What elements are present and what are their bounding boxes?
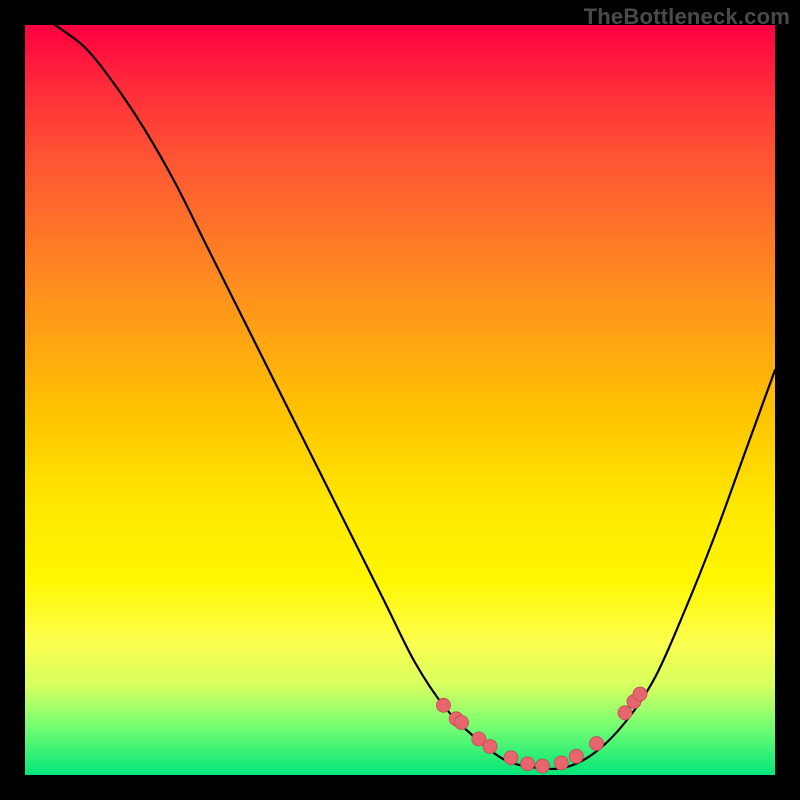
marker-point: [455, 716, 469, 730]
marker-point: [521, 757, 535, 771]
marker-point: [437, 698, 451, 712]
marker-point: [618, 706, 632, 720]
marker-point: [536, 759, 550, 773]
marker-point: [504, 751, 518, 765]
chart-svg: [25, 25, 775, 775]
marker-point: [554, 756, 568, 770]
marker-point: [483, 740, 497, 754]
curve-line: [55, 25, 775, 769]
marker-point: [590, 737, 604, 751]
marker-point: [633, 687, 647, 701]
marker-point: [569, 749, 583, 763]
